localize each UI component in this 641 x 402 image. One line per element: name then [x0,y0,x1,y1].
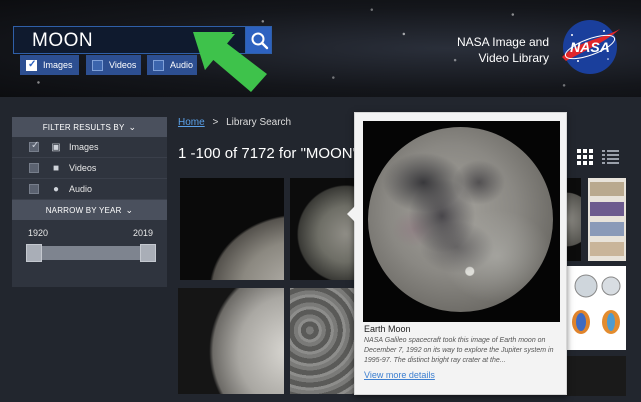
view-more-details-link[interactable]: View more details [364,370,435,380]
filter-sidebar: FILTER RESULTS BY⌄ ▣ Images ■ Videos ● A… [12,117,167,287]
preview-image[interactable] [363,121,560,322]
nasa-logo-text: NASA [570,39,610,55]
year-slider-min-handle[interactable] [26,244,42,262]
video-icon: ■ [52,162,60,174]
library-title[interactable]: NASA Image and Video Library [429,34,549,66]
result-thumbnail[interactable] [566,266,626,350]
result-thumbnail[interactable] [180,178,284,280]
filter-results-header[interactable]: FILTER RESULTS BY ⌄ [12,117,167,137]
filter-images-label: Images [43,60,73,70]
year-slider-max-handle[interactable] [140,244,156,262]
narrow-by-year-header[interactable]: NARROW BY YEAR ⌄ [12,200,167,220]
filter-images-checkbox[interactable]: Images [20,55,79,75]
preview-description: NASA Galileo spacecraft took this image … [364,337,554,364]
breadcrumb-current: Library Search [226,117,292,128]
arrow-pointer-icon [193,32,267,92]
checkbox-box [29,140,39,152]
year-max-label: 2019 [132,228,153,238]
result-thumbnail[interactable] [290,288,356,394]
results-count: 1 -100 of 7172 for "MOON" [178,145,358,162]
filter-videos-label: Videos [109,60,137,70]
checkbox-box [92,59,103,71]
chevron-down-icon: ⌄ [125,205,134,215]
breadcrumb: Home > Library Search [178,117,291,128]
result-thumbnail[interactable] [290,178,356,280]
year-slider-track[interactable] [26,246,156,260]
filter-videos-checkbox[interactable]: Videos [86,55,141,75]
moon-image [368,127,553,312]
result-thumbnail[interactable] [588,178,626,261]
list-view-icon[interactable] [602,149,619,165]
year-min-label: 1920 [28,228,49,238]
microphone-icon: ● [52,183,60,195]
result-thumbnail[interactable] [566,356,626,396]
sidebar-filter-videos[interactable]: ■ Videos [12,158,167,179]
checkbox-box [29,184,39,194]
image-preview-popup: Earth Moon NASA Galileo spacecraft took … [347,112,567,395]
breadcrumb-home-link[interactable]: Home [178,117,205,128]
result-thumbnail[interactable] [178,288,284,394]
breadcrumb-separator: > [212,117,219,128]
year-range: 1920 2019 [12,220,167,276]
grid-view-icon[interactable] [577,149,593,165]
sidebar-filter-images[interactable]: ▣ Images [12,137,167,158]
sidebar-filter-audio[interactable]: ● Audio [12,179,167,200]
result-thumbnail[interactable] [566,178,581,261]
image-icon: ▣ [51,141,61,153]
chevron-down-icon: ⌄ [128,122,137,132]
checkbox-box [29,163,39,173]
site-header: MOON Images Videos Audio NASA Image and … [0,0,641,97]
checkbox-box [26,59,37,71]
nasa-logo[interactable]: NASA [558,17,623,77]
checkbox-box [153,59,164,71]
preview-title: Earth Moon [364,324,411,334]
